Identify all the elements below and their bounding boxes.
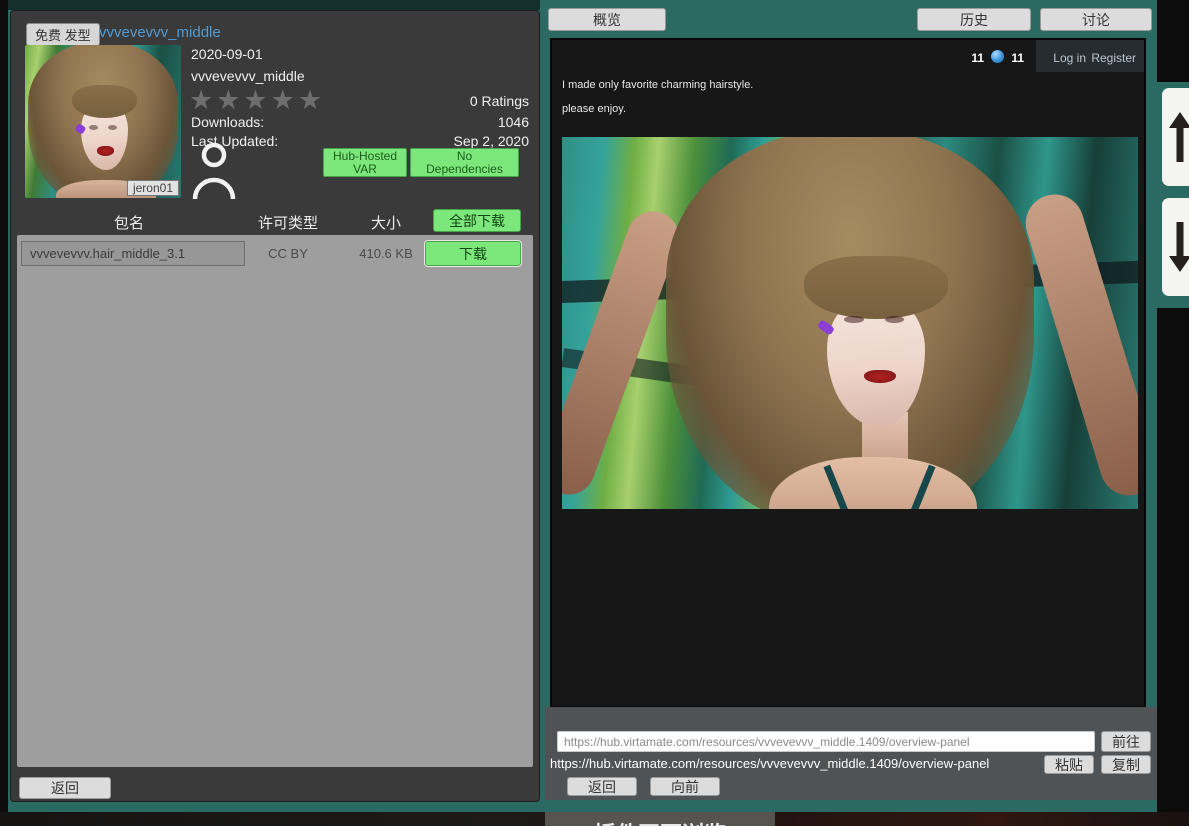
hub-hosted-line2: VAR	[353, 163, 377, 176]
no-deps-line2: Dependencies	[426, 163, 503, 176]
address-control-bar: https://hub.virtamate.com/resources/vvve…	[545, 707, 1157, 800]
paste-button[interactable]: 粘贴	[1044, 755, 1094, 774]
no-deps-line1: No	[457, 150, 472, 163]
hub-hosted-line1: Hub-Hosted	[333, 150, 397, 163]
likes-count-left: 11	[971, 51, 984, 65]
description-line-2: please enjoy.	[562, 103, 626, 115]
bangs	[804, 256, 948, 319]
no-dependencies-badge: No Dependencies	[410, 148, 519, 177]
tab-overview[interactable]: 概览	[548, 8, 666, 31]
tab-discussion[interactable]: 讨论	[1040, 8, 1152, 31]
eye-right	[885, 316, 905, 323]
current-url-text: https://hub.virtamate.com/resources/vvve…	[550, 756, 989, 771]
register-link[interactable]: Register	[1091, 51, 1136, 65]
author-name-tag: jeron01	[127, 180, 179, 196]
cutoff-panel-header: 插件网页浏览	[545, 812, 775, 826]
user-icon	[191, 141, 237, 201]
copy-button[interactable]: 复制	[1101, 755, 1151, 774]
thumbnail-image	[25, 45, 181, 198]
resource-info-panel: 免费 发型 vvvevevvv_middle jeron01 2020-09-0…	[10, 10, 540, 802]
free-hairstyle-badge: 免费 发型	[26, 23, 100, 46]
tab-history[interactable]: 历史	[917, 8, 1031, 31]
license-value: CC BY	[268, 246, 308, 261]
cutoff-panel-label: 插件网页浏览	[594, 817, 726, 826]
back-button-left[interactable]: 返回	[19, 777, 111, 799]
hub-hosted-var-badge: Hub-Hosted VAR	[323, 148, 407, 177]
resource-title-link[interactable]: vvvevevvv_middle	[99, 24, 221, 41]
preview-image	[562, 137, 1138, 509]
likes-count-right: 11	[1011, 51, 1024, 65]
background-scene-strip: 插件网页浏览	[0, 812, 1189, 826]
column-package-name: 包名	[114, 212, 144, 233]
scroll-strip	[1157, 82, 1189, 308]
scroll-up-button[interactable]	[1162, 88, 1189, 186]
last-updated-value: Sep 2, 2020	[453, 133, 529, 149]
rating-stars[interactable]: ★★★★★	[189, 85, 325, 116]
size-value: 410.6 KB	[359, 246, 413, 261]
resource-name: vvvevevvv_middle	[191, 68, 305, 84]
likes-gem-icon	[991, 50, 1004, 63]
ratings-count: 0 Ratings	[470, 93, 529, 109]
downloads-label: Downloads:	[191, 114, 264, 130]
hub-webview: 11 11 Log in Register I made only favori…	[550, 38, 1146, 708]
resource-date: 2020-09-01	[191, 46, 263, 62]
nav-back-button[interactable]: 返回	[567, 777, 637, 796]
column-size: 大小	[371, 212, 401, 233]
resource-thumbnail: jeron01	[25, 45, 181, 198]
download-all-button[interactable]: 全部下载	[433, 209, 521, 232]
arm-right	[1019, 187, 1138, 503]
column-license-type: 许可类型	[258, 212, 318, 233]
go-button[interactable]: 前往	[1101, 731, 1151, 752]
url-input[interactable]: https://hub.virtamate.com/resources/vvve…	[557, 731, 1095, 752]
downloads-value: 1046	[498, 114, 529, 130]
thumb-eye-right	[108, 125, 117, 130]
package-list: vvvevevvv.hair_middle_3.1 CC BY 410.6 KB…	[17, 235, 533, 767]
canvas-top-shade	[8, 0, 540, 10]
eye-left	[844, 316, 864, 323]
thumb-lips	[97, 146, 114, 156]
vam-hub-browser: 免费 发型 vvvevevvv_middle jeron01 2020-09-0…	[0, 0, 1189, 826]
login-link[interactable]: Log in	[1053, 51, 1086, 65]
scroll-down-button[interactable]	[1162, 198, 1189, 296]
description-line-1: I made only favorite charming hairstyle.	[562, 79, 753, 91]
lips	[864, 370, 896, 383]
thumb-eye-left	[89, 125, 98, 130]
nav-forward-button[interactable]: 向前	[650, 777, 720, 796]
download-button[interactable]: 下载	[425, 241, 521, 266]
package-name-cell[interactable]: vvvevevvv.hair_middle_3.1	[21, 241, 245, 266]
down-arrow-icon	[1169, 256, 1189, 272]
